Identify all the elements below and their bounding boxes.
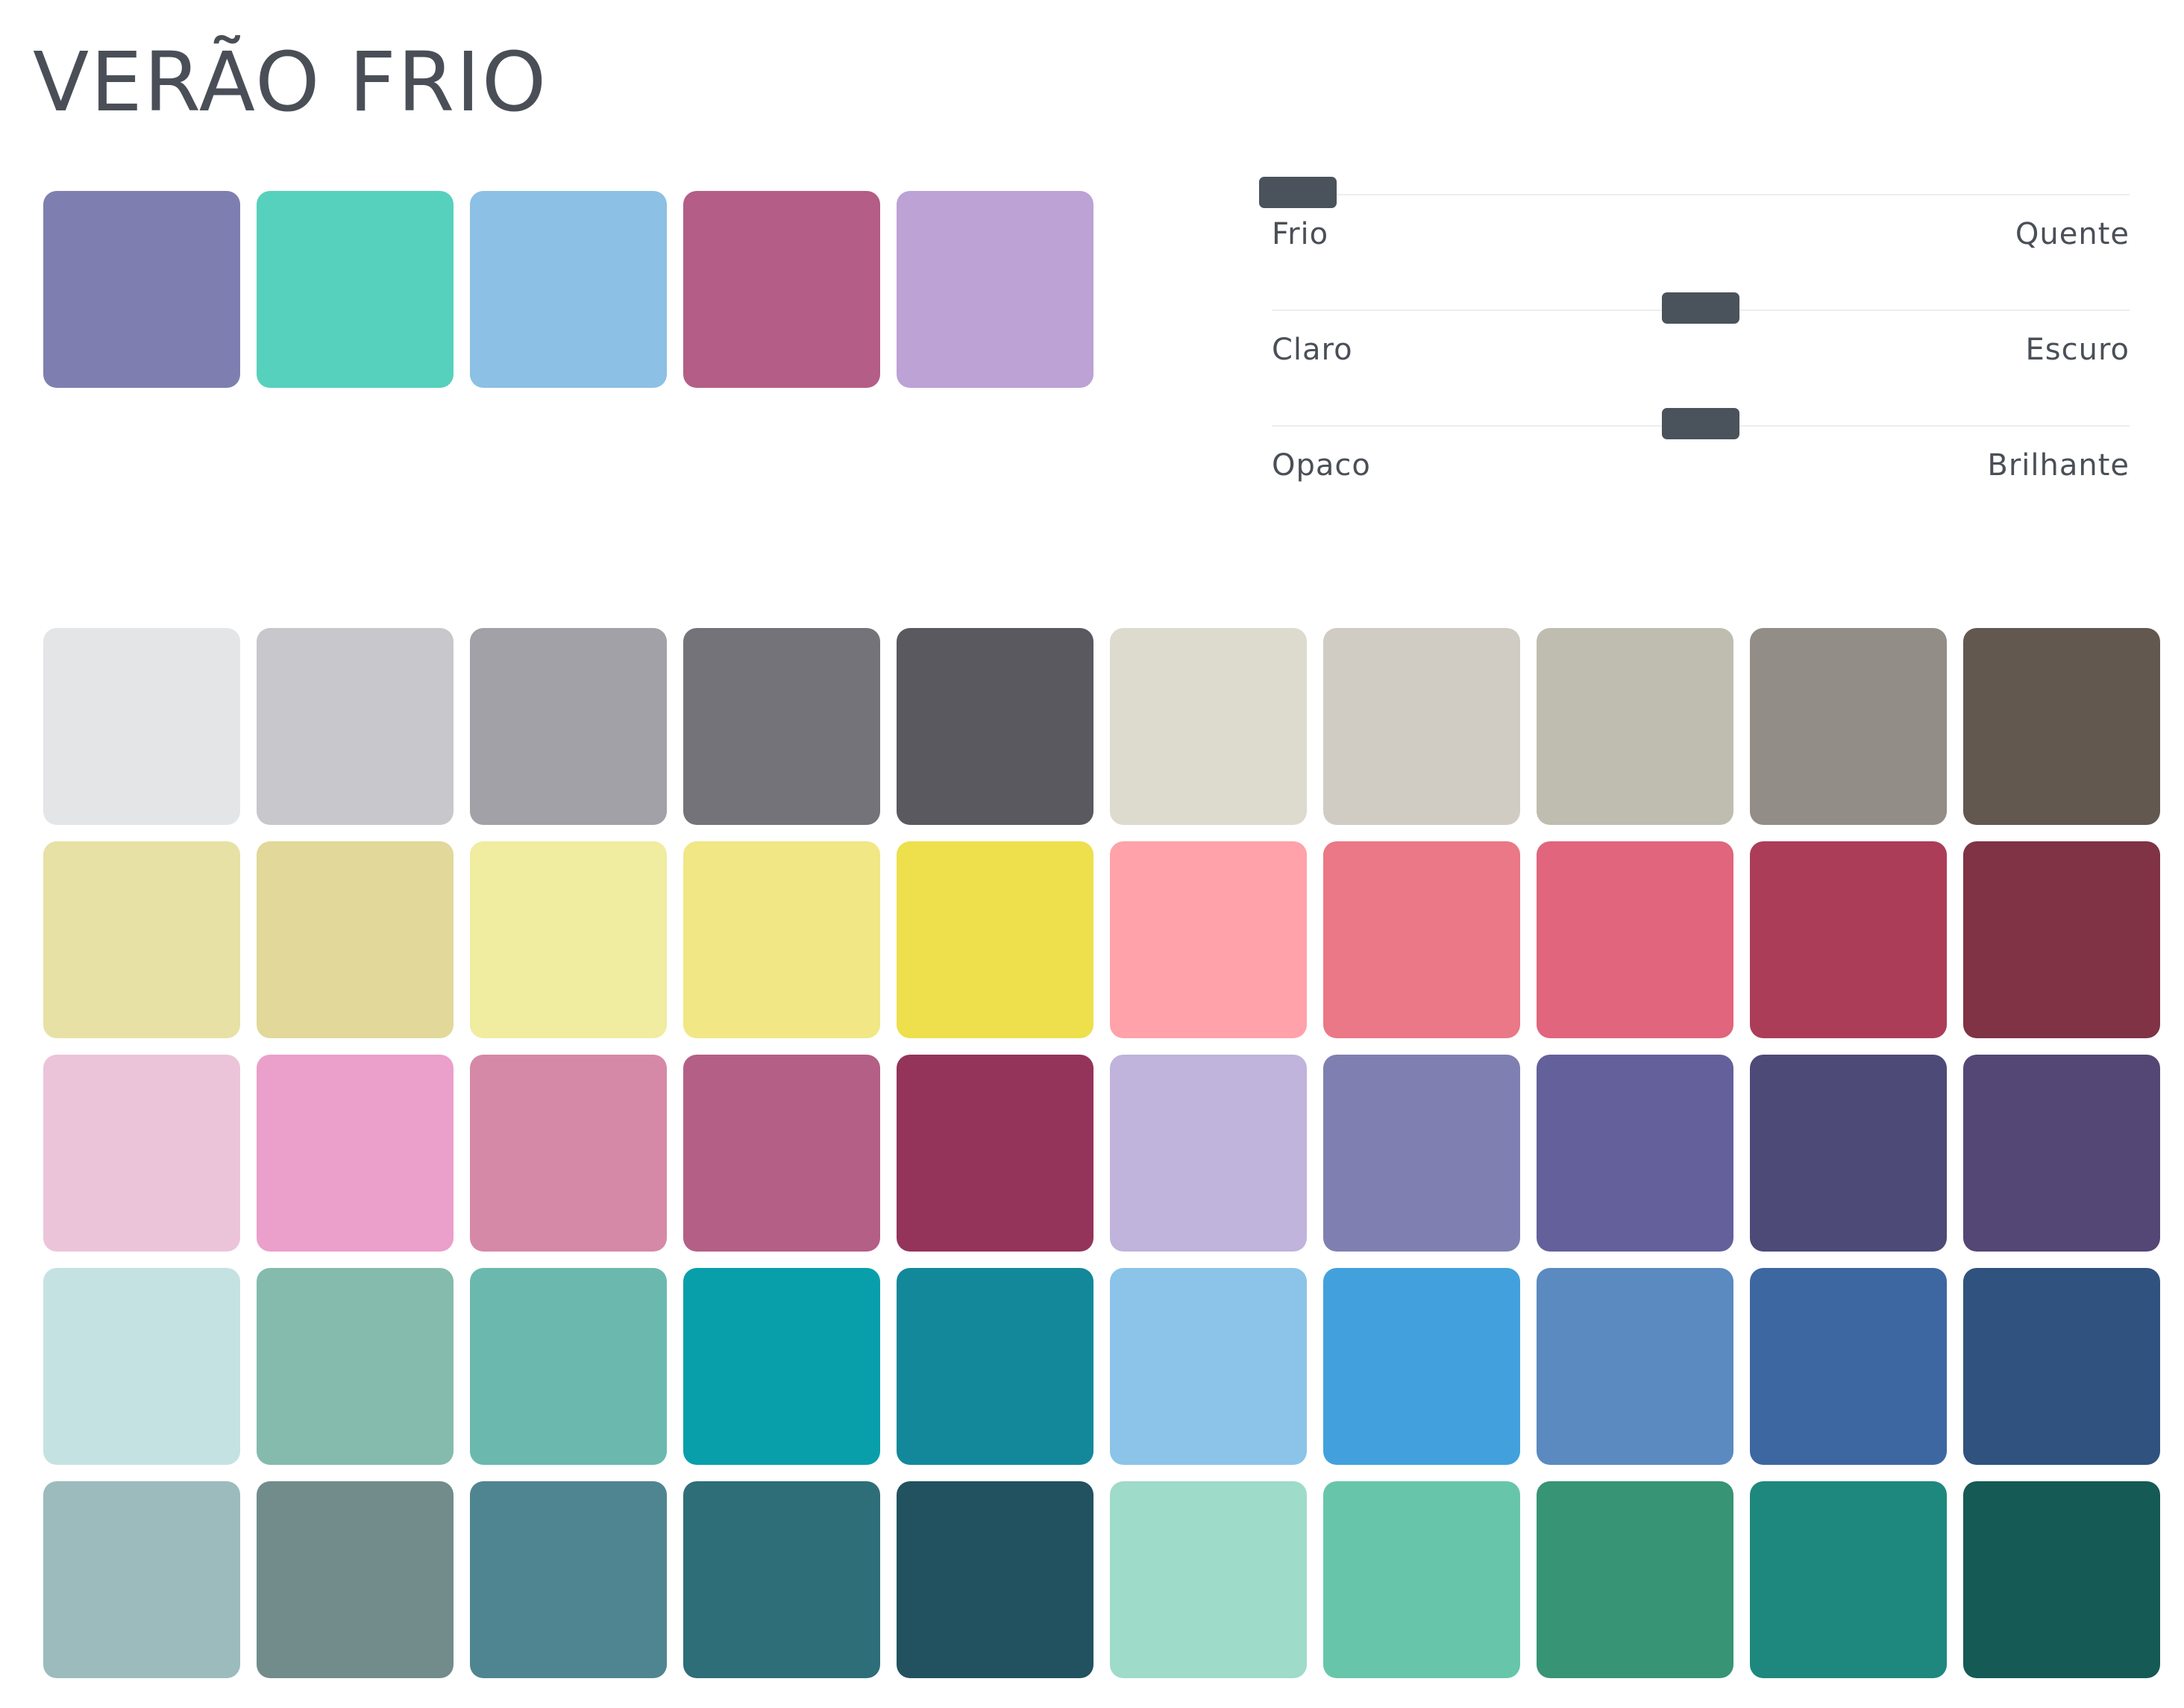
palette-swatch-r5-c6[interactable] <box>1110 1481 1307 1678</box>
featured-swatch-2[interactable] <box>257 191 454 388</box>
featured-swatch-3[interactable] <box>470 191 667 388</box>
palette-swatch-r3-c7[interactable] <box>1323 1055 1520 1252</box>
palette-swatch-r1-c6[interactable] <box>1110 628 1307 825</box>
palette-swatch-r2-c1[interactable] <box>43 841 240 1038</box>
palette-swatch-r3-c5[interactable] <box>897 1055 1093 1252</box>
slider-left-label: Opaco <box>1272 448 1371 483</box>
palette-swatch-r4-c2[interactable] <box>257 1268 454 1465</box>
featured-swatch-4[interactable] <box>683 191 880 388</box>
palette-swatch-r2-c5[interactable] <box>897 841 1093 1038</box>
featured-swatch-5[interactable] <box>897 191 1093 388</box>
palette-swatch-r3-c4[interactable] <box>683 1055 880 1252</box>
palette-swatch-r2-c7[interactable] <box>1323 841 1520 1038</box>
slider-thumb[interactable] <box>1662 408 1739 439</box>
palette-swatch-r5-c2[interactable] <box>257 1481 454 1678</box>
palette-swatch-r3-c3[interactable] <box>470 1055 667 1252</box>
slider-thumb[interactable] <box>1258 177 1337 208</box>
palette-swatch-r3-c10[interactable] <box>1963 1055 2160 1252</box>
palette-swatch-r4-c7[interactable] <box>1323 1268 1520 1465</box>
palette-swatch-r5-c4[interactable] <box>683 1481 880 1678</box>
slider-thumb[interactable] <box>1662 292 1739 324</box>
palette-swatch-r2-c10[interactable] <box>1963 841 2160 1038</box>
palette-swatch-r5-c1[interactable] <box>43 1481 240 1678</box>
palette-swatch-r4-c6[interactable] <box>1110 1268 1307 1465</box>
palette-swatch-r4-c10[interactable] <box>1963 1268 2160 1465</box>
palette-swatch-r2-c6[interactable] <box>1110 841 1307 1038</box>
palette-swatch-r2-c8[interactable] <box>1537 841 1733 1038</box>
palette-swatch-r5-c7[interactable] <box>1323 1481 1520 1678</box>
palette-grid <box>43 628 2160 1678</box>
palette-swatch-r3-c8[interactable] <box>1537 1055 1733 1252</box>
palette-swatch-r2-c3[interactable] <box>470 841 667 1038</box>
palette-swatch-r1-c8[interactable] <box>1537 628 1733 825</box>
palette-swatch-r1-c10[interactable] <box>1963 628 2160 825</box>
palette-swatch-r1-c1[interactable] <box>43 628 240 825</box>
palette-swatch-r5-c3[interactable] <box>470 1481 667 1678</box>
slider-right-label: Quente <box>2015 217 2130 251</box>
palette-swatch-r3-c9[interactable] <box>1750 1055 1947 1252</box>
palette-swatch-r2-c9[interactable] <box>1750 841 1947 1038</box>
slider-frio-quente: Frio Quente <box>1258 172 2130 287</box>
palette-swatch-r4-c5[interactable] <box>897 1268 1093 1465</box>
palette-swatch-r1-c4[interactable] <box>683 628 880 825</box>
palette-swatch-r2-c4[interactable] <box>683 841 880 1038</box>
palette-swatch-r1-c3[interactable] <box>470 628 667 825</box>
palette-swatch-r3-c6[interactable] <box>1110 1055 1307 1252</box>
palette-swatch-r1-c7[interactable] <box>1323 628 1520 825</box>
slider-right-label: Escuro <box>2025 333 2130 367</box>
palette-swatch-r4-c1[interactable] <box>43 1268 240 1465</box>
palette-swatch-r5-c5[interactable] <box>897 1481 1093 1678</box>
palette-swatch-r1-c5[interactable] <box>897 628 1093 825</box>
slider-right-label: Brilhante <box>1987 448 2130 483</box>
slider-panel: Frio Quente Claro Escuro Opaco Brilhante <box>1258 172 2130 518</box>
palette-swatch-r5-c10[interactable] <box>1963 1481 2160 1678</box>
slider-left-label: Frio <box>1272 217 1329 251</box>
slider-opaco-brilhante: Opaco Brilhante <box>1272 403 2130 518</box>
featured-swatch-1[interactable] <box>43 191 240 388</box>
palette-swatch-r4-c4[interactable] <box>683 1268 880 1465</box>
palette-swatch-r4-c3[interactable] <box>470 1268 667 1465</box>
palette-swatch-r4-c8[interactable] <box>1537 1268 1733 1465</box>
slider-claro-escuro: Claro Escuro <box>1272 287 2130 403</box>
slider-left-label: Claro <box>1272 333 1353 367</box>
palette-swatch-r5-c8[interactable] <box>1537 1481 1733 1678</box>
featured-swatches <box>43 191 1093 388</box>
palette-swatch-r4-c9[interactable] <box>1750 1268 1947 1465</box>
slider-track[interactable] <box>1272 194 2130 195</box>
palette-swatch-r3-c2[interactable] <box>257 1055 454 1252</box>
page-title: VERÃO FRIO <box>33 34 548 130</box>
palette-swatch-r3-c1[interactable] <box>43 1055 240 1252</box>
palette-swatch-r1-c9[interactable] <box>1750 628 1947 825</box>
palette-swatch-r2-c2[interactable] <box>257 841 454 1038</box>
palette-swatch-r5-c9[interactable] <box>1750 1481 1947 1678</box>
palette-swatch-r1-c2[interactable] <box>257 628 454 825</box>
